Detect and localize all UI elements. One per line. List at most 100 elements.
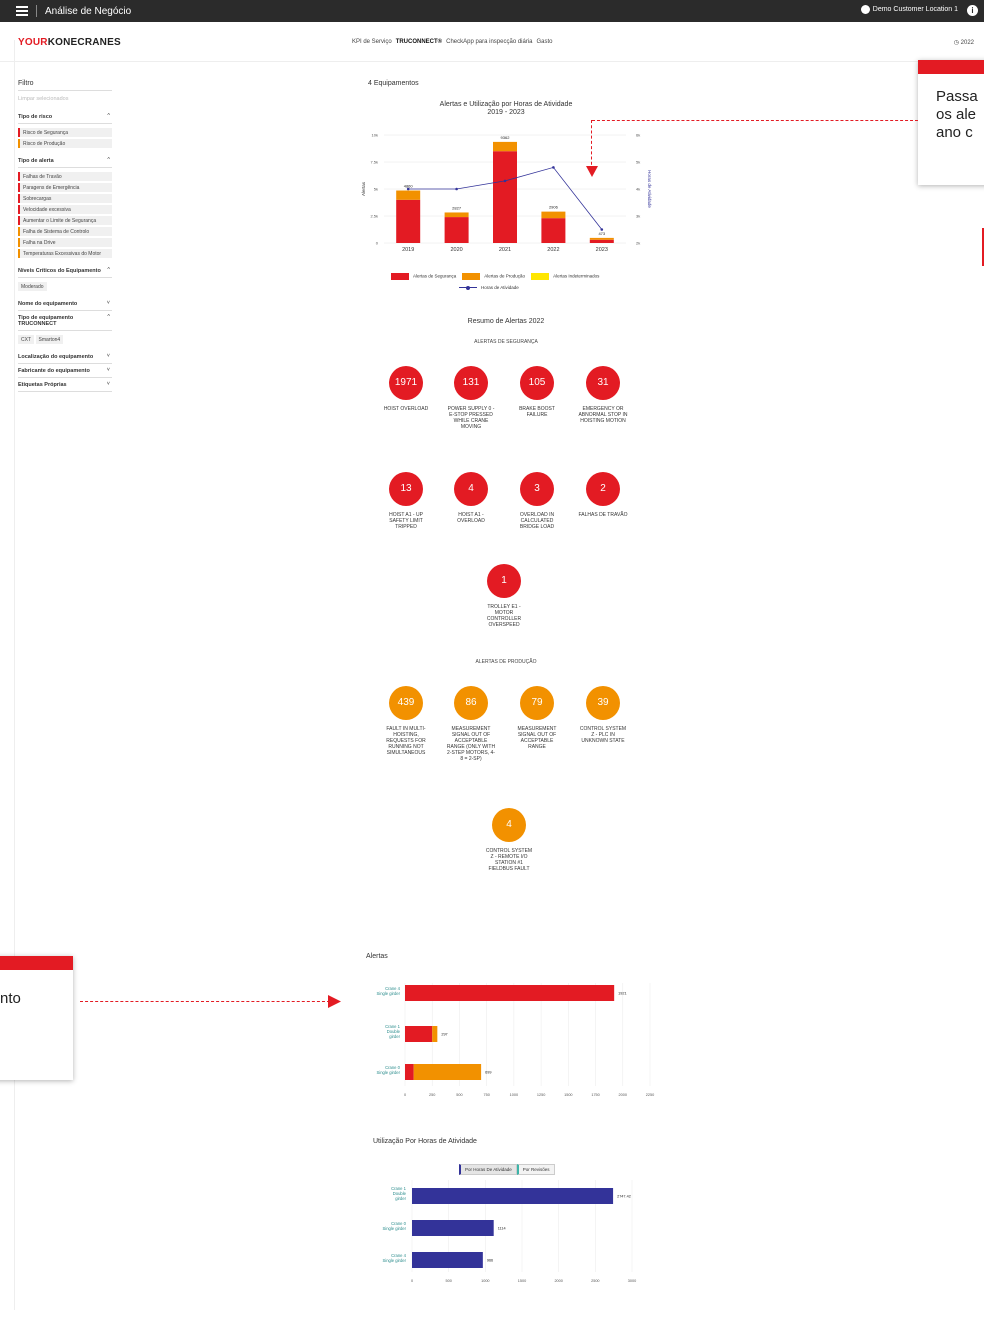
category-label: Single girder xyxy=(382,1226,406,1231)
alert-count-circle[interactable]: 131 xyxy=(454,366,488,400)
alert-count-circle[interactable]: 79 xyxy=(520,686,554,720)
x-tick-label: 250 xyxy=(429,1093,435,1097)
y2-tick-label: 2k xyxy=(636,241,640,246)
data-label: 9362 xyxy=(501,135,511,140)
alert-count-circle[interactable]: 13 xyxy=(389,472,423,506)
filter-item-production-risk[interactable]: Risco de Produção xyxy=(18,139,112,148)
alert-count-circle[interactable]: 4 xyxy=(492,808,526,842)
legend-undetermined[interactable]: Alertas Indeterminados xyxy=(531,273,599,280)
filter-section-manufacturer[interactable]: Fabricante do equipamento ˅ xyxy=(18,364,112,378)
logo[interactable]: YOURKONECRANES xyxy=(18,37,121,48)
legend-hours[interactable]: Horas de Atividade xyxy=(459,285,519,290)
chart-title: Alertas e Utilização por Horas de Ativid… xyxy=(368,101,644,117)
y-tick-label: 7.5k xyxy=(370,160,378,165)
alert-count-circle[interactable]: 105 xyxy=(520,366,554,400)
data-label: 1921 xyxy=(618,992,626,996)
filter-item-motor-temperature[interactable]: Temperaturas Excessivas do Motor xyxy=(18,249,112,258)
bar xyxy=(412,1188,614,1204)
arrow-right-icon xyxy=(328,995,341,1008)
x-tick-label: 2250 xyxy=(646,1093,654,1097)
nav-checkapp[interactable]: CheckApp para inspecção diária xyxy=(446,39,532,45)
filter-item-brake-failure[interactable]: Falhas de Travão xyxy=(18,172,112,181)
logo-konecranes: KONECRANES xyxy=(47,37,121,48)
data-label: 2906 xyxy=(549,205,559,210)
y-axis-label: Alertas xyxy=(361,181,366,196)
alert-count-circle[interactable]: 31 xyxy=(586,366,620,400)
alert-count-circle[interactable]: 1 xyxy=(487,564,521,598)
legend-swatch-yellow xyxy=(531,273,550,280)
tab-activity-hours[interactable]: Por Horas De Atividade xyxy=(459,1164,517,1175)
alert-count-circle[interactable]: 2 xyxy=(586,472,620,506)
app-title: Análise de Negócio xyxy=(45,5,132,17)
alert-count-circle[interactable]: 439 xyxy=(389,686,423,720)
summary-title: Resumo de Alertas 2022 xyxy=(467,318,545,325)
section-label: Nome do equipamento xyxy=(18,301,78,307)
filter-item-drive-failure[interactable]: Falha na Drive xyxy=(18,238,112,247)
bar xyxy=(412,1252,483,1268)
filter-item-safety-limit[interactable]: Aumentar o Limite de Segurança xyxy=(18,216,112,225)
legend-safety[interactable]: Alertas de Segurança xyxy=(391,273,456,280)
filter-item-moderate[interactable]: Moderado xyxy=(18,282,47,291)
page-divider xyxy=(14,40,15,1310)
chevron-down-icon: ˅ xyxy=(106,367,110,373)
alert-label: BRAKE BOOST FAILURE xyxy=(519,406,555,418)
filter-item-overloads[interactable]: Sobrecargas xyxy=(18,194,112,203)
tooltip-callout-left: nto xyxy=(0,956,73,1080)
x-tick-label: 1750 xyxy=(591,1093,599,1097)
legend-label: Horas de Atividade xyxy=(481,285,519,290)
x-tick-label: 0 xyxy=(411,1279,413,1283)
alert-label: HOIST A1 - OVERLOAD xyxy=(457,512,485,524)
chart-subtitle: 2019 - 2023 xyxy=(487,109,525,116)
filter-item-smarton[interactable]: Smarton4 xyxy=(35,335,64,344)
clear-selection-link[interactable]: Limpar selecionados xyxy=(18,96,112,102)
filter-section-location[interactable]: Localização do equipamento ˅ xyxy=(18,350,112,364)
chevron-up-icon: ^ xyxy=(107,267,110,273)
usage-by-crane-chart: 0 500 1000 1500 2000 2500 30002747.42Crane 1Do… xyxy=(382,1180,636,1283)
filter-section-risk-type[interactable]: Tipo de risco ^ xyxy=(18,110,112,124)
x-tick-label: 2023 xyxy=(596,247,608,253)
bar-segment xyxy=(589,237,614,240)
callout-text: Passa os ale ano c xyxy=(918,74,984,142)
alert-count-circle[interactable]: 86 xyxy=(454,686,488,720)
legend-production[interactable]: Alertas de Produção xyxy=(462,273,525,280)
location-selector[interactable]: Demo Customer Location 1 xyxy=(860,5,958,14)
alert-count-circle[interactable]: 39 xyxy=(586,686,620,720)
bar-segment xyxy=(432,1026,438,1042)
x-tick-label: 1250 xyxy=(537,1093,545,1097)
line-point xyxy=(406,187,410,191)
alert-count-circle[interactable]: 1971 xyxy=(389,366,423,400)
filter-section-critical-levels[interactable]: Níveis Críticos do Equipamento ^ xyxy=(18,264,112,278)
x-tick-label: 1000 xyxy=(481,1279,489,1283)
y-tick-label: 0 xyxy=(376,241,379,246)
nav-truconnect[interactable]: TRUCONNECT® xyxy=(396,39,442,45)
callout-line: Passa xyxy=(936,88,978,105)
alert-label: POWER SUPPLY 0 - E-STOP PRESSED WHILE CR… xyxy=(447,406,495,430)
nav-gasto[interactable]: Gasto xyxy=(537,39,553,45)
y2-tick-label: 3k xyxy=(636,214,640,219)
legend-swatch-orange xyxy=(462,273,481,280)
info-icon[interactable]: i xyxy=(967,5,978,16)
alert-count-circle[interactable]: 4 xyxy=(454,472,488,506)
nav-kpi[interactable]: KPI de Serviço xyxy=(352,39,392,45)
year-selector[interactable]: ◷ 2022 xyxy=(954,39,974,46)
bar-segment xyxy=(444,212,469,218)
x-tick-label: 0 xyxy=(404,1093,406,1097)
filter-section-equipment-type[interactable]: Tipo de equipamento TRUCONNECT ^ xyxy=(18,311,112,331)
header: YOURKONECRANES KPI de Serviço TRUCONNECT… xyxy=(0,22,984,62)
alert-label: CONTROL SYSTEM Z - REMOTE I/O STATION #1… xyxy=(485,848,533,872)
legend-line-icon xyxy=(459,285,477,290)
filter-item-safety-risk[interactable]: Risco de Segurança xyxy=(18,128,112,137)
tab-revisions[interactable]: Por Revisões xyxy=(516,1164,555,1175)
filter-item-control-system[interactable]: Falha de Sistema de Controlo xyxy=(18,227,112,236)
alert-label: HOIST OVERLOAD xyxy=(383,406,429,412)
filter-section-alert-type[interactable]: Tipo de alerta ^ xyxy=(18,154,112,168)
alert-count-circle[interactable]: 3 xyxy=(520,472,554,506)
category-label: girder xyxy=(389,1034,400,1039)
filter-section-tags[interactable]: Etiquetas Próprias ˅ xyxy=(18,378,112,392)
filter-section-equipment-name[interactable]: Nome do equipamento ˅ xyxy=(18,297,112,311)
menu-icon[interactable] xyxy=(16,6,28,16)
data-label: 699 xyxy=(485,1071,491,1075)
filter-item-overspeed[interactable]: Velocidade excessiva xyxy=(18,205,112,214)
filter-item-emergency-stops[interactable]: Paragens de Emergência xyxy=(18,183,112,192)
filter-item-cxt[interactable]: CXT xyxy=(18,335,34,344)
